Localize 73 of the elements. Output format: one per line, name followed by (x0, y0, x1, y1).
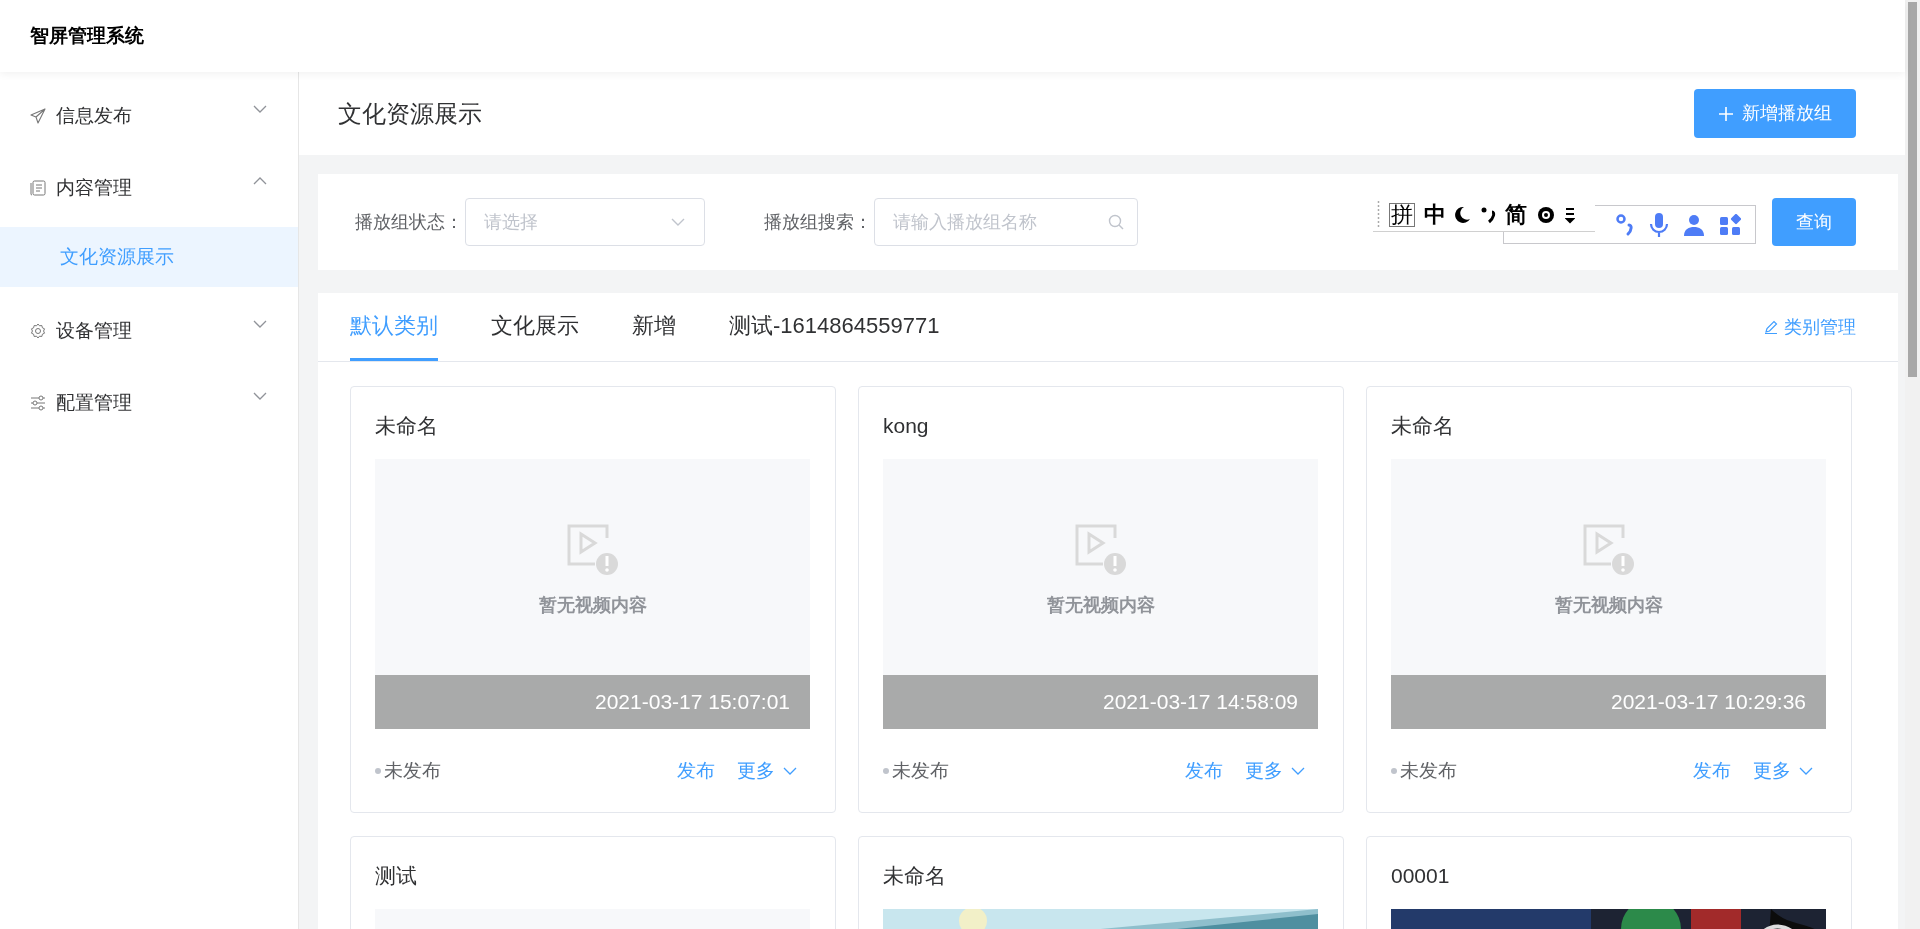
video-warning-icon (1582, 523, 1635, 576)
add-group-button[interactable]: 新增播放组 (1694, 89, 1856, 138)
chevron-down-icon (1799, 767, 1813, 775)
dot-comma-icon (1615, 212, 1635, 237)
card-title: 测试 (375, 863, 418, 889)
ime-text[interactable]: 简 (1505, 204, 1527, 226)
chevron-down-icon (252, 391, 268, 401)
settings-icon[interactable] (1536, 205, 1556, 225)
user-icon[interactable] (1683, 213, 1705, 236)
publish-link[interactable]: 发布 (1185, 756, 1223, 786)
search-field[interactable]: 请输入播放组名称 (874, 198, 1138, 246)
status-text: 未发布 (384, 758, 441, 783)
pencil-icon (1764, 320, 1778, 334)
category-tab[interactable]: 测试-1614864559771 (729, 293, 940, 361)
category-tab[interactable]: 新增 (632, 293, 676, 361)
card-title: 未命名 (1391, 413, 1455, 439)
search-icon (1108, 214, 1124, 230)
category-manage-link[interactable]: 类别管理 (1764, 313, 1856, 341)
submenu-item[interactable]: 文化资源展示 (0, 227, 298, 287)
chevron-down-icon (783, 767, 797, 775)
video-warning-icon (566, 523, 619, 576)
ime-text[interactable]: 拼 (1389, 203, 1415, 227)
chevron-down-icon (670, 217, 686, 227)
timestamp-bar: 2021-03-17 14:58:09 (883, 675, 1318, 729)
more-link[interactable]: 更多 (1753, 756, 1813, 786)
gear-icon (30, 323, 46, 339)
card-title: kong (883, 413, 930, 439)
sidebar-item[interactable]: 内容管理 (0, 152, 298, 224)
status-text: 未发布 (1400, 758, 1457, 783)
empty-text: 暂无视频内容 (1046, 593, 1155, 617)
send-icon (30, 108, 46, 124)
card-title: 00001 (1391, 863, 1451, 889)
timestamp-bar: 2021-03-17 10:29:36 (1391, 675, 1826, 729)
timestamp-bar: 2021-03-17 15:07:01 (375, 675, 810, 729)
chevron-up-icon (252, 176, 268, 186)
sidebar-item[interactable]: 设备管理 (0, 295, 298, 367)
query-button[interactable]: 查询 (1772, 198, 1856, 246)
sidebar-item[interactable]: 信息发布 (0, 80, 298, 152)
category-tab[interactable]: 文化展示 (491, 293, 579, 361)
publish-link[interactable]: 发布 (677, 756, 715, 786)
grip-icon[interactable] (1377, 201, 1380, 229)
page-title: 文化资源展示 (338, 98, 482, 129)
status-select[interactable]: 请选择 (465, 198, 705, 246)
more-link[interactable]: 更多 (737, 756, 797, 786)
ime-text[interactable]: 中 (1424, 204, 1446, 226)
sliders-icon (30, 395, 46, 411)
category-tab[interactable]: 默认类别 (350, 293, 438, 361)
document-icon (30, 180, 46, 196)
dropdown-icon[interactable] (1565, 205, 1575, 225)
punctuation-icon[interactable] (1480, 205, 1496, 225)
chevron-down-icon (1291, 767, 1305, 775)
chevron-down-icon (252, 104, 268, 114)
scrollbar-thumb[interactable] (1908, 2, 1917, 377)
plus-icon (1718, 105, 1734, 122)
video-warning-icon (1074, 523, 1127, 576)
filter-label: 播放组搜索： (764, 210, 872, 234)
app-title: 智屏管理系统 (30, 23, 144, 48)
microphone-icon[interactable] (1649, 211, 1669, 238)
card-title: 未命名 (883, 863, 947, 889)
empty-text: 暂无视频内容 (538, 593, 647, 617)
moon-icon[interactable] (1455, 205, 1471, 225)
empty-text: 暂无视频内容 (1554, 593, 1663, 617)
status-dot-icon (883, 768, 889, 774)
sidebar-item[interactable]: 配置管理 (0, 367, 298, 439)
status-dot-icon (375, 768, 381, 774)
publish-link[interactable]: 发布 (1693, 756, 1731, 786)
status-dot-icon (1391, 768, 1397, 774)
apps-icon[interactable] (1719, 213, 1741, 236)
more-link[interactable]: 更多 (1245, 756, 1305, 786)
chevron-down-icon (252, 319, 268, 329)
status-text: 未发布 (892, 758, 949, 783)
filter-label: 播放组状态： (355, 210, 463, 234)
card-title: 未命名 (375, 413, 439, 439)
